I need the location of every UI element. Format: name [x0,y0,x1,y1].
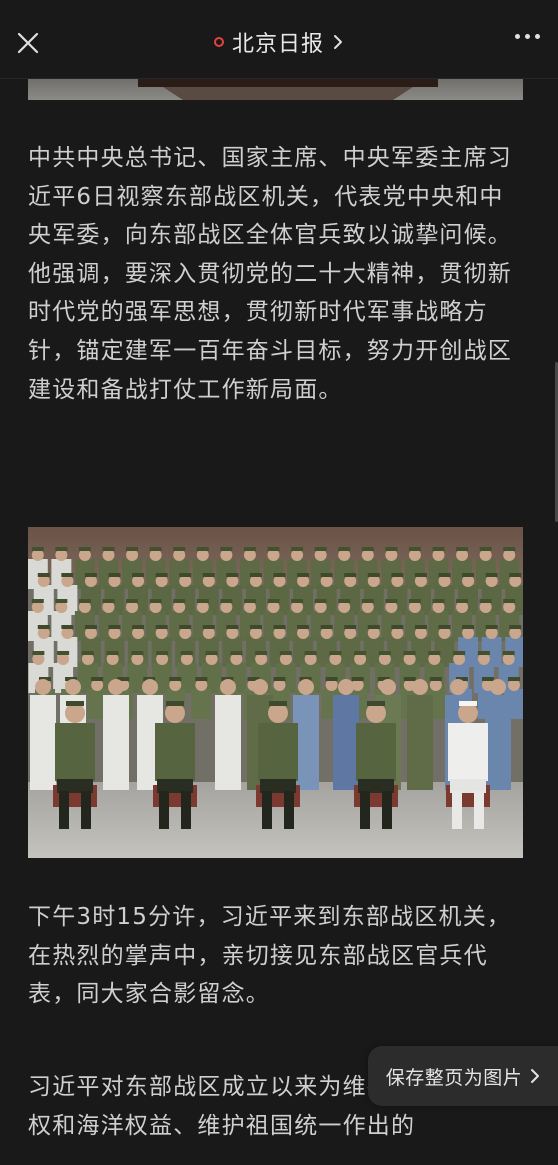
save-page-as-image-button[interactable]: 保存整页为图片 [368,1046,558,1106]
save-page-label: 保存整页为图片 [385,1066,523,1089]
group-photo[interactable] [28,527,523,858]
source-dot-icon [213,37,224,47]
more-icon [515,34,520,39]
article-paragraph: 中共中央总书记、国家主席、中央军委主席习近平6日视察东部战区机关，代表党中央和中… [28,145,512,403]
top-nav-bar: 北京日报 [0,0,558,79]
chevron-right-icon [334,35,342,49]
source-title: 北京日报 [231,32,324,57]
source-title-link[interactable]: 北京日报 [0,24,558,60]
article-paragraph: 下午3时15分许，习近平来到东部战区机关，在热烈的掌声中，亲切接见东部战区官兵代… [28,904,512,1008]
chevron-right-icon [531,1069,540,1083]
group-photo-image [28,527,523,858]
more-options-button[interactable] [515,34,540,39]
previous-photo-bottom [28,78,523,100]
